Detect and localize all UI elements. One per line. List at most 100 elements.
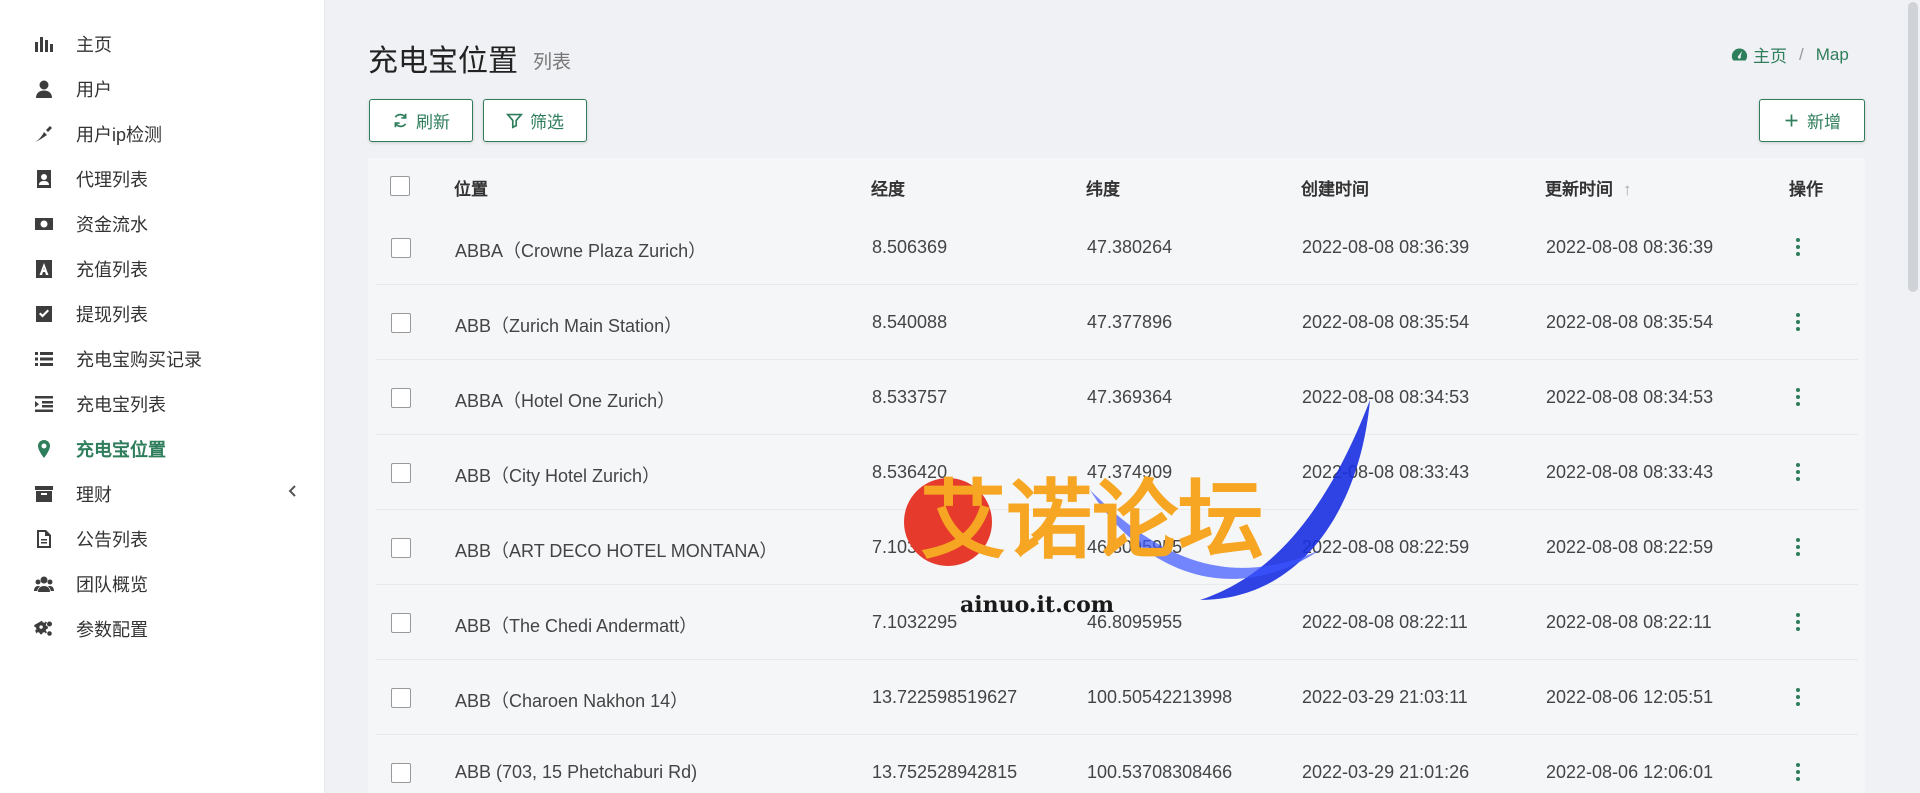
refresh-button[interactable]: 刷新 — [369, 99, 473, 142]
cell-latitude: 100.53708308466 — [1087, 762, 1233, 782]
scrollbar-thumb[interactable] — [1908, 2, 1918, 292]
refresh-icon — [394, 113, 407, 128]
plus-icon — [1785, 114, 1798, 127]
column-latitude[interactable]: 纬度 — [1086, 175, 1120, 200]
cell-created-at: 2022-08-08 08:35:54 — [1302, 312, 1470, 332]
cell-created-at: 2022-08-08 08:34:53 — [1302, 387, 1470, 407]
row-actions-menu-icon[interactable] — [1792, 761, 1804, 783]
sidebar-item-finance[interactable]: 理财 — [0, 469, 325, 519]
cell-created-at: 2022-03-29 21:01:26 — [1302, 762, 1470, 782]
contact-card-icon — [32, 167, 56, 191]
check-square-icon — [32, 302, 56, 326]
sidebar-item-recharges[interactable]: 充值列表 — [0, 244, 325, 294]
cell-longitude: 8.533757 — [872, 387, 948, 407]
sidebar-item-label: 用户 — [76, 80, 112, 100]
sidebar-item-powerbank-list[interactable]: 充电宝列表 — [0, 379, 325, 429]
column-location[interactable]: 位置 — [454, 175, 488, 200]
sidebar-item-agents[interactable]: 代理列表 — [0, 154, 325, 204]
sidebar-item-label: 资金流水 — [76, 215, 148, 235]
dashboard-icon — [1731, 48, 1748, 61]
gears-icon — [32, 617, 56, 641]
page-title: 充电宝位置 — [368, 45, 518, 78]
sidebar-item-label: 充电宝购买记录 — [76, 350, 202, 370]
row-actions-menu-icon[interactable] — [1792, 236, 1804, 258]
sidebar-item-withdrawals[interactable]: 提现列表 — [0, 289, 325, 339]
cell-longitude: 13.752528942815 — [872, 762, 1018, 782]
user-icon — [32, 77, 56, 101]
sidebar-item-team-overview[interactable]: 团队概览 — [0, 559, 325, 609]
cell-latitude: 100.50542213998 — [1087, 687, 1233, 707]
sidebar-item-label: 理财 — [76, 485, 112, 505]
cell-location: ABBA（Hotel One Zurich） — [455, 391, 676, 411]
table-row[interactable]: ABB (703, 15 Phetchaburi Rd) 13.75252894… — [375, 735, 1858, 793]
breadcrumb-current[interactable]: Map — [1816, 45, 1849, 65]
breadcrumb-home-label: 主页 — [1753, 47, 1787, 66]
row-checkbox[interactable] — [391, 763, 411, 783]
users-icon — [32, 572, 56, 596]
sidebar-item-label: 团队概览 — [76, 575, 148, 595]
filter-button[interactable]: 筛选 — [483, 99, 587, 142]
sidebar: 主页 用户 用户ip检测 代理列表 资金流水 充值列表 提现列表 充电宝购买记录… — [0, 0, 325, 793]
column-updated-at[interactable]: 更新时间 ↑ — [1545, 175, 1632, 200]
table-row[interactable]: ABB（Zurich Main Station） 8.540088 47.377… — [375, 285, 1858, 360]
chevron-left-icon[interactable] — [286, 484, 306, 504]
cell-latitude: 47.369364 — [1087, 387, 1173, 407]
cell-created-at: 2022-08-08 08:22:59 — [1302, 537, 1470, 557]
row-checkbox[interactable] — [391, 613, 411, 633]
cell-longitude: 8.540088 — [872, 312, 948, 332]
table-row[interactable]: ABB（Charoen Nakhon 14） 13.722598519627 1… — [375, 660, 1858, 735]
page-subtitle: 列表 — [533, 52, 572, 73]
sort-asc-icon[interactable]: ↑ — [1623, 180, 1632, 200]
sidebar-item-settings[interactable]: 参数配置 — [0, 604, 325, 654]
table-row[interactable]: ABB（ART DECO HOTEL MONTANA） 7.1032295 46… — [375, 510, 1858, 585]
row-checkbox[interactable] — [391, 463, 411, 483]
column-updated-at-label: 更新时间 — [1545, 180, 1613, 199]
table-row[interactable]: ABBA（Crowne Plaza Zurich） 8.506369 47.38… — [375, 210, 1858, 285]
table-header: 位置 经度 纬度 创建时间 更新时间 ↑ 操作 — [368, 158, 1865, 210]
add-button[interactable]: 新增 — [1759, 99, 1865, 142]
data-table: 位置 经度 纬度 创建时间 更新时间 ↑ 操作 ABBA（Crowne Plaza… — [368, 158, 1865, 793]
cell-location: ABB（ART DECO HOTEL MONTANA） — [455, 541, 778, 561]
sidebar-item-powerbank-location[interactable]: 充电宝位置 — [0, 424, 325, 474]
row-actions-menu-icon[interactable] — [1792, 386, 1804, 408]
sidebar-item-home[interactable]: 主页 — [0, 19, 325, 69]
sidebar-item-label: 提现列表 — [76, 305, 148, 325]
bar-chart-icon — [32, 32, 56, 56]
sidebar-item-announcements[interactable]: 公告列表 — [0, 514, 325, 564]
table-row[interactable]: ABB（City Hotel Zurich） 8.536420 47.37490… — [375, 435, 1858, 510]
refresh-button-label: 刷新 — [416, 113, 450, 132]
cell-updated-at: 2022-08-08 08:22:59 — [1546, 537, 1714, 557]
breadcrumb-home[interactable]: 主页 — [1731, 42, 1787, 67]
cell-location: ABB（Zurich Main Station） — [455, 316, 683, 336]
row-actions-menu-icon[interactable] — [1792, 536, 1804, 558]
row-checkbox[interactable] — [391, 238, 411, 258]
row-checkbox[interactable] — [391, 538, 411, 558]
cell-longitude: 7.1032295 — [872, 612, 958, 632]
sidebar-item-cash-flow[interactable]: 资金流水 — [0, 199, 325, 249]
row-checkbox[interactable] — [391, 313, 411, 333]
column-longitude[interactable]: 经度 — [871, 175, 905, 200]
sidebar-item-user-ip-check[interactable]: 用户ip检测 — [0, 109, 325, 159]
cell-latitude: 47.374909 — [1087, 462, 1173, 482]
cell-longitude: 13.722598519627 — [872, 687, 1018, 707]
row-checkbox[interactable] — [391, 688, 411, 708]
cell-location: ABB（Charoen Nakhon 14） — [455, 691, 689, 711]
cell-updated-at: 2022-08-08 08:33:43 — [1546, 462, 1714, 482]
sidebar-item-users[interactable]: 用户 — [0, 64, 325, 114]
table-row[interactable]: ABB（The Chedi Andermatt） 7.1032295 46.80… — [375, 585, 1858, 660]
cell-updated-at: 2022-08-08 08:34:53 — [1546, 387, 1714, 407]
sidebar-item-label: 主页 — [76, 35, 112, 55]
cell-longitude: 8.506369 — [872, 237, 948, 257]
table-row[interactable]: ABBA（Hotel One Zurich） 8.533757 47.36936… — [375, 360, 1858, 435]
select-all-checkbox[interactable] — [390, 176, 410, 196]
row-actions-menu-icon[interactable] — [1792, 686, 1804, 708]
sidebar-item-powerbank-purchases[interactable]: 充电宝购买记录 — [0, 334, 325, 384]
row-actions-menu-icon[interactable] — [1792, 611, 1804, 633]
row-checkbox[interactable] — [391, 388, 411, 408]
column-created-at[interactable]: 创建时间 — [1301, 175, 1369, 200]
cell-updated-at: 2022-08-08 08:36:39 — [1546, 237, 1714, 257]
cell-updated-at: 2022-08-08 08:35:54 — [1546, 312, 1714, 332]
row-actions-menu-icon[interactable] — [1792, 311, 1804, 333]
cell-longitude: 8.536420 — [872, 462, 948, 482]
row-actions-menu-icon[interactable] — [1792, 461, 1804, 483]
